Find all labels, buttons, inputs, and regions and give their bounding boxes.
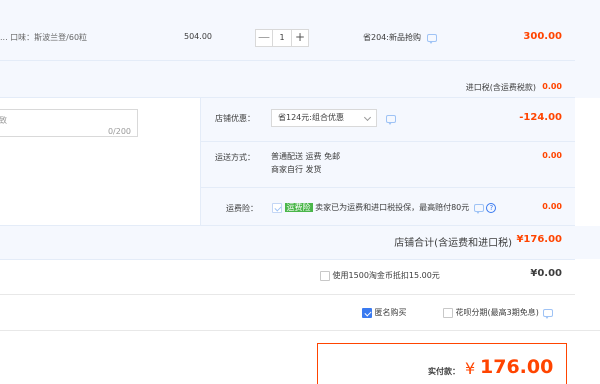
coins-checkbox[interactable]	[320, 270, 330, 281]
anonymous-option[interactable]: 匿名购买	[362, 307, 407, 318]
coins-option[interactable]: 使用1500淘金币抵扣15.00元	[320, 270, 440, 281]
insurance-label: 运费险：	[226, 204, 258, 213]
delivery-line1: 普通配送 运费 免邮	[271, 152, 341, 161]
chevron-down-icon	[363, 113, 372, 122]
insurance-tag: 运费险	[284, 203, 313, 212]
anonymous-label: 匿名购买	[374, 308, 407, 317]
installment-label: 花呗分期(最高3期免息)	[455, 308, 539, 317]
coins-label: 使用1500淘金币抵扣15.00元	[332, 271, 440, 280]
delivery-label: 运送方式：	[215, 153, 255, 162]
chat-icon[interactable]	[426, 33, 437, 44]
quantity-input[interactable]: 1	[273, 30, 291, 46]
decrease-button[interactable]: —	[256, 30, 273, 46]
divider	[0, 330, 600, 331]
import-tax-value: 0.00	[542, 82, 562, 91]
shop-discount-selected: 省124元:组合优惠	[278, 113, 344, 122]
message-counter: 0/200	[107, 127, 131, 136]
divider	[200, 187, 575, 188]
payment-amount: 176.00	[480, 356, 554, 378]
help-icon[interactable]: ?	[486, 202, 497, 213]
unit-price: 504.00	[184, 32, 212, 41]
increase-button[interactable]: +	[291, 30, 308, 46]
shop-total-label: 店铺合计(含运费和进口税)	[394, 238, 512, 249]
payment-label: 实付款：	[428, 367, 460, 376]
chat-icon[interactable]	[543, 308, 554, 319]
insurance-value: 0.00	[542, 202, 562, 211]
shop-total-value: ¥176.00	[516, 234, 562, 245]
promo-label: 省204:新品抢购	[363, 32, 437, 44]
divider	[200, 98, 201, 225]
shop-discount-label: 店铺优惠：	[215, 114, 255, 123]
message-textarea[interactable]: 致 0/200	[0, 109, 138, 137]
delivery-line2: 商家自行 发货	[271, 165, 322, 174]
divider	[200, 141, 575, 142]
item-subtotal: 300.00	[523, 31, 562, 42]
chat-icon[interactable]	[473, 203, 484, 214]
quantity-stepper[interactable]: — 1 +	[255, 29, 309, 47]
chat-icon[interactable]	[386, 114, 396, 125]
insurance-checkbox	[272, 202, 282, 213]
coins-value: ¥0.00	[530, 268, 562, 279]
installment-option[interactable]: 花呗分期(最高3期免息)	[443, 307, 554, 319]
payment-currency: ¥	[465, 359, 476, 378]
shop-discount-select[interactable]: 省124元:组合优惠	[271, 109, 377, 127]
payment-summary: 实付款： ¥ 176.00	[317, 343, 567, 384]
divider	[0, 259, 575, 260]
divider	[0, 60, 575, 61]
installment-checkbox[interactable]	[443, 307, 453, 318]
import-tax-label: 进口税(含运费税款)	[465, 83, 536, 92]
promo-text: 省204:新品抢购	[363, 33, 421, 42]
anonymous-checkbox[interactable]	[362, 307, 372, 318]
insurance-text: 卖家已为运费和进口税投保，最高赔付80元	[315, 203, 470, 212]
delivery-value: 0.00	[542, 151, 562, 160]
shop-discount-value: -124.00	[519, 112, 562, 123]
message-placeholder: 致	[0, 116, 7, 125]
item-spec: ... 口味：斯波兰登/60粒	[0, 33, 88, 42]
divider	[0, 294, 575, 295]
insurance-info: 运费险 卖家已为运费和进口税投保，最高赔付80元 ?	[272, 202, 497, 214]
